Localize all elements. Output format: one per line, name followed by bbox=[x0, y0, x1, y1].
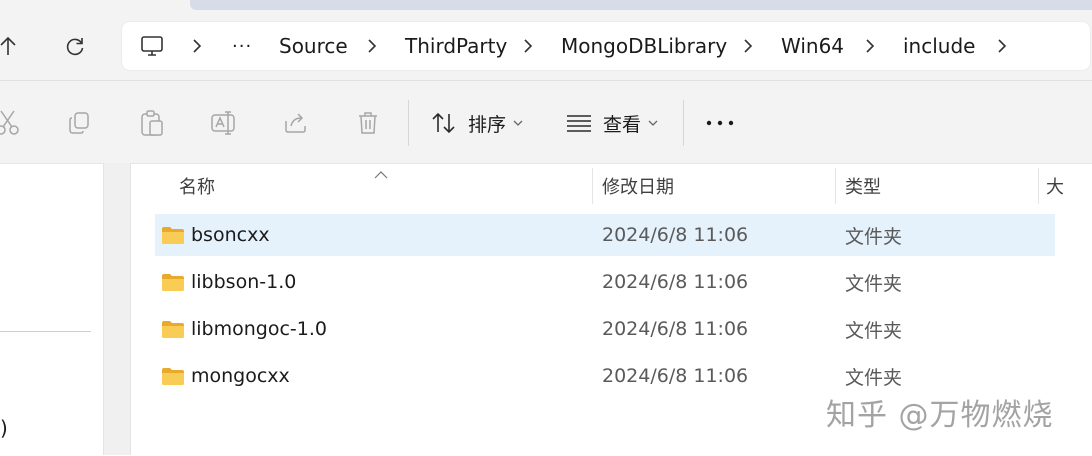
chevron-down-icon[interactable] bbox=[648, 106, 658, 140]
column-header-type[interactable]: 类型 bbox=[845, 166, 881, 206]
copy-icon[interactable] bbox=[63, 106, 95, 140]
breadcrumb-overflow[interactable]: ··· bbox=[232, 22, 252, 70]
breadcrumb-mongodblibrary[interactable]: MongoDBLibrary bbox=[561, 22, 727, 70]
file-row[interactable]: libbson-1.0 2024/6/8 11:06 文件夹 bbox=[155, 261, 1055, 303]
column-divider[interactable] bbox=[592, 168, 593, 204]
file-modified: 2024/6/8 11:06 bbox=[602, 365, 749, 387]
folder-icon bbox=[162, 227, 184, 244]
sidebar-divider bbox=[0, 331, 91, 332]
sort-label[interactable]: 排序 bbox=[468, 106, 506, 140]
file-row[interactable]: libmongoc-1.0 2024/6/8 11:06 文件夹 bbox=[155, 308, 1055, 350]
view-label[interactable]: 查看 bbox=[603, 106, 641, 140]
cut-icon[interactable] bbox=[0, 106, 24, 140]
file-name[interactable]: bsoncxx bbox=[191, 214, 270, 256]
column-header-size[interactable]: 大 bbox=[1046, 166, 1064, 206]
file-name[interactable]: mongocxx bbox=[191, 355, 290, 397]
folder-icon bbox=[162, 321, 184, 338]
file-modified: 2024/6/8 11:06 bbox=[602, 318, 749, 340]
delete-icon[interactable] bbox=[352, 106, 384, 140]
more-icon[interactable] bbox=[704, 106, 736, 140]
breadcrumb-win64[interactable]: Win64 bbox=[781, 22, 844, 70]
file-modified: 2024/6/8 11:06 bbox=[602, 271, 749, 293]
chevron-right-icon[interactable] bbox=[865, 22, 875, 70]
chevron-right-icon[interactable] bbox=[997, 22, 1007, 70]
sort-icon[interactable] bbox=[428, 106, 460, 140]
toolbar-separator bbox=[408, 100, 409, 146]
sidebar-partial-text: ) bbox=[0, 416, 8, 440]
file-name[interactable]: libmongoc-1.0 bbox=[191, 308, 327, 350]
refresh-icon[interactable] bbox=[55, 26, 95, 66]
share-icon[interactable] bbox=[280, 106, 312, 140]
folder-icon bbox=[162, 368, 184, 385]
file-modified: 2024/6/8 11:06 bbox=[602, 224, 749, 246]
column-divider[interactable] bbox=[1038, 168, 1039, 204]
breadcrumb-thirdparty[interactable]: ThirdParty bbox=[405, 22, 507, 70]
toolbar-separator bbox=[683, 100, 684, 146]
chevron-right-icon[interactable] bbox=[523, 22, 533, 70]
file-type: 文件夹 bbox=[845, 319, 903, 342]
watermark: 知乎 @万物燃烧 bbox=[826, 398, 1054, 433]
breadcrumb-include[interactable]: include bbox=[903, 22, 975, 70]
chevron-right-icon[interactable] bbox=[367, 22, 377, 70]
chevron-down-icon[interactable] bbox=[513, 106, 523, 140]
breadcrumb-source[interactable]: Source bbox=[279, 22, 348, 70]
toolbar-divider bbox=[0, 80, 1092, 81]
folder-icon bbox=[162, 274, 184, 291]
paste-icon[interactable] bbox=[136, 106, 168, 140]
column-header-name[interactable]: 名称 bbox=[179, 166, 215, 206]
chevron-right-icon[interactable] bbox=[192, 22, 202, 70]
rename-icon[interactable] bbox=[208, 106, 240, 140]
chevron-right-icon[interactable] bbox=[743, 22, 753, 70]
view-icon[interactable] bbox=[563, 106, 595, 140]
column-header-modified[interactable]: 修改日期 bbox=[602, 166, 674, 206]
up-arrow-icon[interactable] bbox=[0, 26, 28, 66]
navigation-pane-edge[interactable] bbox=[103, 163, 131, 455]
file-type: 文件夹 bbox=[845, 272, 903, 295]
sort-ascending-icon bbox=[374, 164, 388, 183]
address-bar[interactable]: ··· Source ThirdParty MongoDBLibrary Win… bbox=[122, 22, 1090, 70]
file-type: 文件夹 bbox=[845, 225, 903, 248]
this-pc-icon[interactable] bbox=[140, 22, 164, 70]
file-row[interactable]: bsoncxx 2024/6/8 11:06 文件夹 bbox=[155, 214, 1055, 256]
column-divider[interactable] bbox=[835, 168, 836, 204]
file-name[interactable]: libbson-1.0 bbox=[191, 261, 296, 303]
title-bar-strip bbox=[190, 0, 1092, 10]
